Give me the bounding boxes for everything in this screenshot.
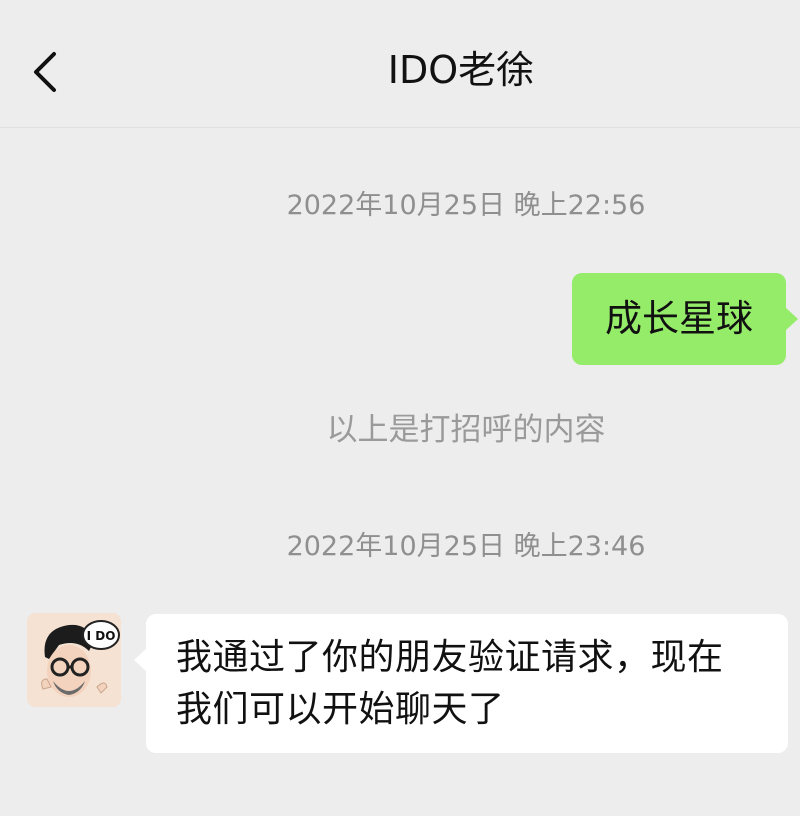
message-timestamp: 2022年10月25日 晚上22:56 <box>286 190 646 221</box>
svg-text:I DO: I DO <box>87 629 116 643</box>
chevron-left-icon <box>34 52 56 92</box>
avatar[interactable]: I DO <box>27 613 121 707</box>
back-button[interactable] <box>22 42 72 102</box>
received-message-bubble[interactable]: 我通过了你的朋友验证请求，现在 我们可以开始聊天了 <box>134 614 788 753</box>
received-message-line: 我们可以开始聊天了 <box>176 689 505 730</box>
chat-header: IDO老徐 <box>0 0 800 128</box>
message-timestamp: 2022年10月25日 晚上23:46 <box>286 531 646 562</box>
system-notice: 以上是打招呼的内容 <box>326 412 606 448</box>
sent-message-bubble[interactable]: 成长星球 <box>572 273 798 365</box>
cartoon-avatar-icon: I DO <box>27 613 121 707</box>
chat-title: IDO老徐 <box>387 48 535 92</box>
received-message-line: 我通过了你的朋友验证请求，现在 <box>176 637 724 678</box>
sent-message-text: 成长星球 <box>605 297 753 340</box>
